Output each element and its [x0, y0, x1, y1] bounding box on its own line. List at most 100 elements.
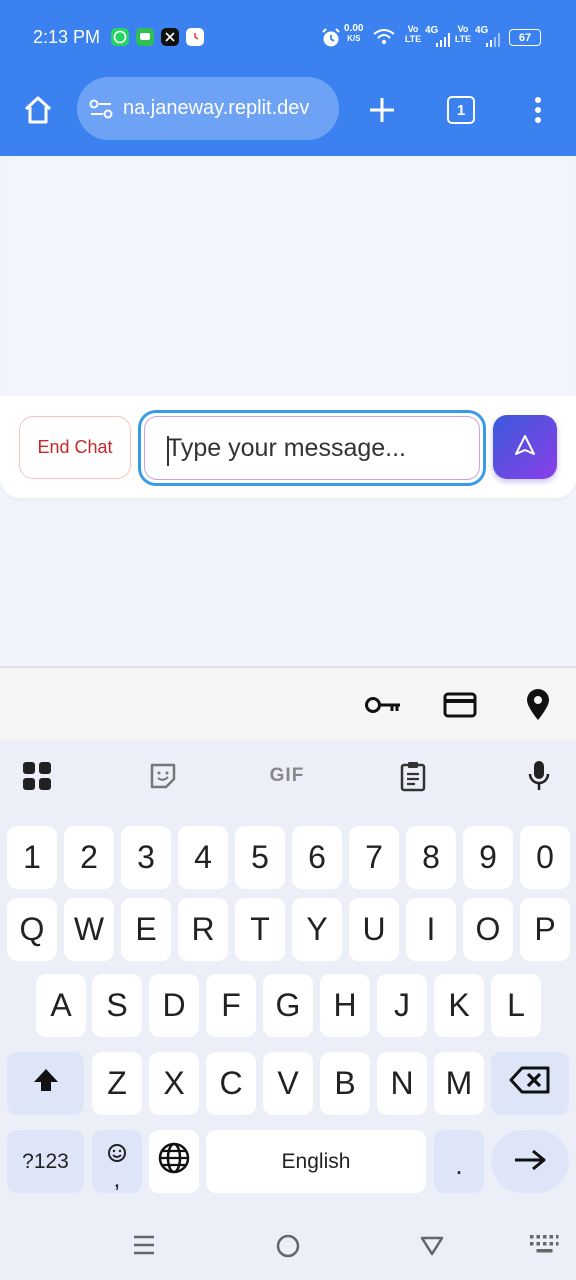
- key-g[interactable]: G: [263, 974, 313, 1037]
- clock-app-icon: [186, 28, 204, 46]
- url-bar[interactable]: na.janeway.replit.dev: [77, 77, 339, 140]
- sim2-volte: Vo LTE: [454, 24, 472, 44]
- key-4[interactable]: 4: [178, 826, 228, 889]
- home-icon[interactable]: [18, 90, 58, 130]
- key-n[interactable]: N: [377, 1052, 427, 1115]
- status-bar: 2:13 PM 0.00 K/S Vo LTE 4G Vo LTE 4G 67: [0, 0, 576, 76]
- key-o[interactable]: O: [463, 898, 513, 961]
- soft-keyboard: 1 2 3 4 5 6 7 8 9 0 Q W E R T Y U I O P …: [0, 816, 576, 1210]
- alarm-icon: [320, 27, 342, 54]
- home-circle-icon[interactable]: [274, 1232, 302, 1260]
- comma-label: ,: [113, 1166, 121, 1193]
- key-5[interactable]: 5: [235, 826, 285, 889]
- shift-key[interactable]: [7, 1052, 84, 1115]
- key-c[interactable]: C: [206, 1052, 256, 1115]
- message-input-focus-ring: Type your message...: [138, 410, 486, 486]
- key-a[interactable]: A: [36, 974, 86, 1037]
- sim2-signal-icon: [486, 33, 500, 52]
- keyboard-switch-icon[interactable]: [528, 1232, 560, 1260]
- key-j[interactable]: J: [377, 974, 427, 1037]
- key-h[interactable]: H: [320, 974, 370, 1037]
- key-y[interactable]: Y: [292, 898, 342, 961]
- enter-key[interactable]: [491, 1130, 569, 1193]
- gif-icon[interactable]: GIF: [262, 756, 312, 796]
- tab-switcher-icon[interactable]: 1: [441, 90, 481, 130]
- key-9[interactable]: 9: [463, 826, 513, 889]
- key-v[interactable]: V: [263, 1052, 313, 1115]
- microphone-icon[interactable]: [520, 756, 558, 796]
- keyboard-toolbar: GIF: [0, 740, 576, 816]
- key-d[interactable]: D: [149, 974, 199, 1037]
- apps-grid-icon[interactable]: [18, 756, 56, 796]
- key-z[interactable]: Z: [92, 1052, 142, 1115]
- key-2[interactable]: 2: [64, 826, 114, 889]
- arrow-right-icon: [513, 1143, 547, 1180]
- tab-count: 1: [447, 96, 475, 124]
- key-8[interactable]: 8: [406, 826, 456, 889]
- key-u[interactable]: U: [349, 898, 399, 961]
- autofill-bar: [0, 666, 576, 740]
- net-speed-value: 0.00: [344, 23, 364, 34]
- key-k[interactable]: K: [434, 974, 484, 1037]
- status-time: 2:13 PM: [33, 27, 101, 47]
- sticker-icon[interactable]: [144, 756, 182, 796]
- new-tab-icon[interactable]: [362, 90, 402, 130]
- key-0[interactable]: 0: [520, 826, 570, 889]
- credit-card-icon[interactable]: [440, 688, 480, 722]
- send-icon: [513, 433, 537, 462]
- key-p[interactable]: P: [520, 898, 570, 961]
- message-list[interactable]: [12, 156, 564, 396]
- system-nav-bar: [0, 1210, 576, 1280]
- whatsapp-icon: [111, 28, 129, 46]
- key-l[interactable]: L: [491, 974, 541, 1037]
- net-speed: 0.00 K/S: [344, 24, 363, 44]
- recents-menu-icon[interactable]: [131, 1232, 157, 1258]
- key-r[interactable]: R: [178, 898, 228, 961]
- messages-icon: [136, 28, 154, 46]
- x-app-icon: [161, 28, 179, 46]
- language-key[interactable]: [149, 1130, 199, 1193]
- send-button[interactable]: [493, 415, 557, 479]
- key-m[interactable]: M: [434, 1052, 484, 1115]
- clipboard-icon[interactable]: [394, 756, 432, 796]
- more-vertical-icon[interactable]: [520, 90, 556, 130]
- shift-icon: [32, 1065, 60, 1102]
- key-w[interactable]: W: [64, 898, 114, 961]
- message-input-placeholder: Type your message...: [167, 433, 407, 462]
- key-x[interactable]: X: [149, 1052, 199, 1115]
- key-icon[interactable]: [363, 688, 403, 722]
- text-caret: [167, 436, 169, 466]
- key-i[interactable]: I: [406, 898, 456, 961]
- backspace-icon: [508, 1065, 552, 1103]
- browser-toolbar: na.janeway.replit.dev 1: [0, 76, 576, 156]
- key-1[interactable]: 1: [7, 826, 57, 889]
- back-triangle-icon[interactable]: [418, 1232, 446, 1260]
- net-speed-unit: K/S: [347, 34, 361, 43]
- sim1-volte: Vo LTE: [404, 24, 422, 44]
- page-content: End Chat Type your message...: [0, 156, 576, 666]
- sim1-signal-icon: [436, 33, 450, 52]
- emoji-comma-key[interactable]: ,: [92, 1130, 142, 1193]
- key-3[interactable]: 3: [121, 826, 171, 889]
- key-7[interactable]: 7: [349, 826, 399, 889]
- end-chat-button[interactable]: End Chat: [19, 416, 131, 479]
- message-input[interactable]: Type your message...: [144, 416, 480, 480]
- key-b[interactable]: B: [320, 1052, 370, 1115]
- chat-composer: End Chat Type your message...: [0, 396, 576, 498]
- key-f[interactable]: F: [206, 974, 256, 1037]
- key-q[interactable]: Q: [7, 898, 57, 961]
- location-pin-icon[interactable]: [518, 688, 558, 722]
- url-text: na.janeway.replit.dev: [123, 97, 310, 119]
- battery-level: 67: [518, 31, 532, 44]
- globe-icon: [158, 1142, 190, 1182]
- key-s[interactable]: S: [92, 974, 142, 1037]
- space-key[interactable]: English: [206, 1130, 426, 1193]
- key-t[interactable]: T: [235, 898, 285, 961]
- symbols-key[interactable]: ?123: [7, 1130, 84, 1193]
- site-settings-icon[interactable]: [89, 98, 113, 120]
- backspace-key[interactable]: [491, 1052, 569, 1115]
- period-key[interactable]: .: [434, 1130, 484, 1193]
- key-e[interactable]: E: [121, 898, 171, 961]
- key-6[interactable]: 6: [292, 826, 342, 889]
- wifi-icon: [373, 28, 395, 51]
